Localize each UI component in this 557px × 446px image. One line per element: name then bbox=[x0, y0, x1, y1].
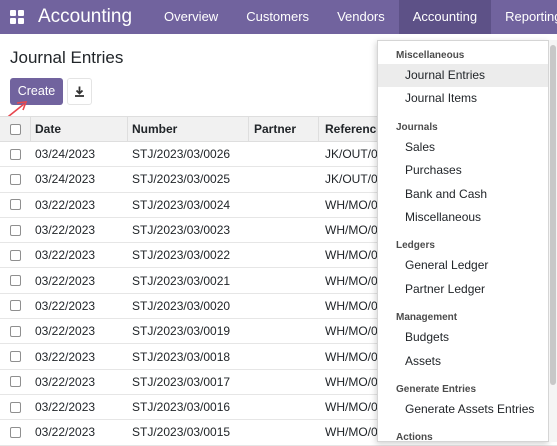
apps-menu-icon[interactable] bbox=[10, 10, 24, 24]
cell-reference: WH/MO/00 bbox=[325, 400, 380, 415]
cell-reference: WH/MO/00 bbox=[325, 324, 380, 339]
top-navbar: Accounting Overview Customers Vendors Ac… bbox=[0, 0, 557, 34]
cell-number: STJ/2023/03/0022 bbox=[132, 248, 231, 263]
dropdown-item-journal-entries[interactable]: Journal Entries bbox=[378, 64, 548, 87]
dropdown-item-purchases[interactable]: Purchases bbox=[378, 159, 548, 182]
row-checkbox[interactable] bbox=[10, 420, 24, 444]
menu-overview[interactable]: Overview bbox=[150, 0, 232, 34]
cell-date: 03/22/2023 bbox=[35, 400, 96, 415]
cell-number: STJ/2023/03/0025 bbox=[132, 172, 231, 187]
row-checkbox[interactable] bbox=[10, 268, 24, 292]
dropdown-item-budgets[interactable]: Budgets bbox=[378, 326, 548, 349]
cell-reference: WH/MO/00 bbox=[325, 298, 380, 313]
app-name[interactable]: Accounting bbox=[38, 6, 132, 28]
cell-number: STJ/2023/03/0023 bbox=[132, 223, 231, 238]
dropdown-item-miscellaneous[interactable]: Miscellaneous bbox=[378, 206, 548, 229]
menu-reporting[interactable]: Reporting bbox=[491, 0, 557, 34]
cell-date: 03/22/2023 bbox=[35, 197, 96, 212]
column-header-partner[interactable]: Partner bbox=[254, 117, 318, 141]
cell-reference: WH/MO/00 bbox=[325, 374, 380, 389]
cell-reference: WH/MO/00 bbox=[325, 197, 380, 212]
cell-number: STJ/2023/03/0017 bbox=[132, 374, 231, 389]
cell-number: STJ/2023/03/0020 bbox=[132, 298, 231, 313]
row-checkbox[interactable] bbox=[10, 395, 24, 419]
row-checkbox[interactable] bbox=[10, 218, 24, 242]
cell-date: 03/22/2023 bbox=[35, 349, 96, 364]
row-checkbox[interactable] bbox=[10, 167, 24, 191]
dropdown-section-header: Ledgers bbox=[396, 240, 435, 252]
menu-customers[interactable]: Customers bbox=[232, 0, 323, 34]
dropdown-item-sales[interactable]: Sales bbox=[378, 136, 548, 159]
cell-partner bbox=[254, 142, 318, 166]
column-header-date[interactable]: Date bbox=[35, 117, 127, 141]
row-checkbox[interactable] bbox=[10, 243, 24, 267]
dropdown-item-general-ledger[interactable]: General Ledger bbox=[378, 254, 548, 277]
dropdown-section-header: Journals bbox=[396, 121, 438, 133]
row-checkbox[interactable] bbox=[10, 193, 24, 217]
column-header-number[interactable]: Number bbox=[132, 117, 248, 141]
cell-partner bbox=[254, 243, 318, 267]
dropdown-section-header: Generate Entries bbox=[396, 384, 477, 395]
row-checkbox[interactable] bbox=[10, 294, 24, 318]
cell-partner bbox=[254, 420, 318, 444]
cell-reference: WH/MO/00 bbox=[325, 349, 380, 364]
cell-reference: JK/OUT/00 bbox=[325, 172, 380, 187]
cell-number: STJ/2023/03/0024 bbox=[132, 197, 231, 212]
column-header-reference[interactable]: Reference bbox=[325, 117, 380, 141]
cell-date: 03/22/2023 bbox=[35, 223, 96, 238]
cell-partner bbox=[254, 193, 318, 217]
row-checkbox[interactable] bbox=[10, 142, 24, 166]
cell-reference: WH/MO/00 bbox=[325, 223, 380, 238]
dropdown-section-header: Miscellaneous bbox=[396, 50, 465, 61]
cell-partner bbox=[254, 344, 318, 368]
cell-reference: WH/MO/00 bbox=[325, 248, 380, 263]
row-checkbox[interactable] bbox=[10, 370, 24, 394]
cell-date: 03/22/2023 bbox=[35, 324, 96, 339]
dropdown-item-generate-assets-entries[interactable]: Generate Assets Entries bbox=[378, 398, 548, 421]
cell-partner bbox=[254, 268, 318, 292]
dropdown-section-header: Management bbox=[396, 312, 458, 324]
accounting-dropdown-menu: Miscellaneous Journal Entries Journal Item… bbox=[377, 40, 549, 443]
dropdown-item-journal-items[interactable]: Journal Items bbox=[378, 87, 548, 110]
cell-partner bbox=[254, 319, 318, 343]
download-icon bbox=[75, 86, 84, 97]
cell-partner bbox=[254, 294, 318, 318]
cell-partner bbox=[254, 218, 318, 242]
row-checkbox[interactable] bbox=[10, 344, 24, 368]
cell-date: 03/22/2023 bbox=[35, 248, 96, 263]
cell-number: STJ/2023/03/0019 bbox=[132, 324, 231, 339]
cell-date: 03/24/2023 bbox=[35, 147, 96, 162]
dropdown-scrollbar[interactable] bbox=[549, 40, 557, 442]
cell-number: STJ/2023/03/0015 bbox=[132, 425, 231, 440]
cell-reference: WH/MO/00 bbox=[325, 425, 380, 440]
cell-partner bbox=[254, 370, 318, 394]
select-all-checkbox[interactable] bbox=[10, 117, 24, 141]
menu-accounting[interactable]: Accounting bbox=[398, 0, 492, 34]
cell-number: STJ/2023/03/0018 bbox=[132, 349, 231, 364]
cell-date: 03/22/2023 bbox=[35, 273, 96, 288]
cell-number: STJ/2023/03/0021 bbox=[132, 273, 231, 288]
row-checkbox[interactable] bbox=[10, 319, 24, 343]
menu-vendors[interactable]: Vendors bbox=[323, 0, 399, 34]
dropdown-item-bank-and-cash[interactable]: Bank and Cash bbox=[378, 183, 548, 206]
cell-number: STJ/2023/03/0016 bbox=[132, 400, 231, 415]
cell-partner bbox=[254, 395, 318, 419]
cell-reference: WH/MO/00 bbox=[325, 273, 380, 288]
cell-partner bbox=[254, 167, 318, 191]
cell-date: 03/22/2023 bbox=[35, 374, 96, 389]
cell-date: 03/22/2023 bbox=[35, 425, 96, 440]
cell-reference: JK/OUT/00 bbox=[325, 147, 380, 162]
dropdown-item-partner-ledger[interactable]: Partner Ledger bbox=[378, 278, 548, 301]
dropdown-item-assets[interactable]: Assets bbox=[378, 350, 548, 373]
cell-number: STJ/2023/03/0026 bbox=[132, 147, 231, 162]
cell-date: 03/22/2023 bbox=[35, 298, 96, 313]
cell-date: 03/24/2023 bbox=[35, 172, 96, 187]
download-button[interactable] bbox=[67, 78, 92, 105]
page-title: Journal Entries bbox=[10, 48, 124, 67]
dropdown-scrollbar-thumb[interactable] bbox=[550, 45, 556, 385]
